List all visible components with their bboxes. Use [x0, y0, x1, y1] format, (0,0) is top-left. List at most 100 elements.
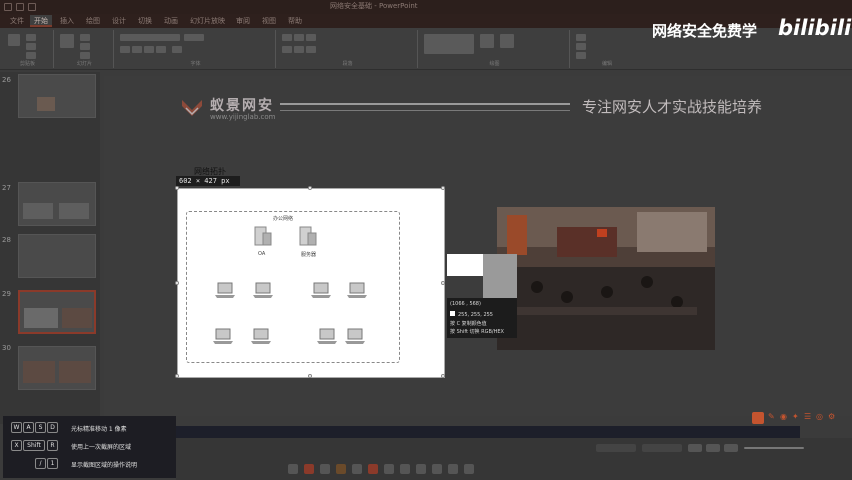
app-icon[interactable] — [352, 464, 362, 474]
server-label: 服务器 — [301, 252, 317, 258]
app-icon[interactable] — [336, 464, 346, 474]
tab-transitions[interactable]: 切换 — [134, 15, 156, 27]
tab-home[interactable]: 开始 — [30, 15, 52, 27]
tab-insert[interactable]: 插入 — [56, 15, 78, 27]
slide-thumbnail[interactable] — [18, 346, 96, 390]
tool-icon[interactable]: ⚙ — [828, 412, 835, 421]
slide-thumbnail-selected[interactable] — [18, 290, 96, 334]
shortcut-help-panel: W A S D 光标精准移动 1 像素 X Shift R 使用上一次截屏的区域… — [3, 416, 176, 478]
slide-thumbnail[interactable] — [18, 182, 96, 226]
tab-help[interactable]: 帮助 — [284, 15, 306, 27]
laptop-icon — [345, 328, 365, 344]
tab-draw[interactable]: 绘图 — [82, 15, 104, 27]
strikethrough-icon[interactable] — [156, 46, 166, 53]
format-painter-icon[interactable] — [26, 52, 36, 59]
align-center-icon[interactable] — [294, 46, 304, 53]
ribbon-group-editing: 编辑 — [572, 30, 642, 68]
app-icon[interactable] — [368, 464, 378, 474]
ribbon-group-font: 字体 — [116, 30, 276, 68]
comments-button[interactable] — [642, 444, 682, 452]
replace-icon[interactable] — [576, 43, 586, 50]
slide-thumbnail[interactable] — [18, 74, 96, 118]
resize-handle[interactable] — [441, 281, 445, 285]
resize-handle[interactable] — [175, 374, 179, 378]
normal-view-icon[interactable] — [688, 444, 702, 452]
app-icon[interactable] — [400, 464, 410, 474]
color-swatch — [450, 311, 455, 316]
thumb-number: 30 — [2, 344, 11, 352]
italic-icon[interactable] — [132, 46, 142, 53]
indent-icon[interactable] — [306, 34, 316, 41]
new-slide-icon[interactable] — [60, 34, 74, 48]
laptop-icon — [311, 282, 331, 298]
status-bar — [176, 426, 800, 438]
wps-logo-icon[interactable] — [752, 412, 764, 424]
layout-icon[interactable] — [80, 34, 90, 41]
paste-icon[interactable] — [8, 34, 20, 46]
color-rgb-value: 255, 255, 255 — [458, 312, 493, 318]
tool-icon[interactable]: ✎ — [768, 412, 775, 421]
bullets-icon[interactable] — [282, 34, 292, 41]
app-icon[interactable] — [320, 464, 330, 474]
tool-icon[interactable]: ◎ — [816, 412, 823, 421]
tab-file[interactable]: 文件 — [6, 15, 28, 27]
reading-view-icon[interactable] — [724, 444, 738, 452]
copy-icon[interactable] — [26, 43, 36, 50]
font-size-select[interactable] — [184, 34, 204, 41]
app-icon[interactable] — [416, 464, 426, 474]
tab-view[interactable]: 视图 — [258, 15, 280, 27]
resize-handle[interactable] — [308, 374, 312, 378]
align-right-icon[interactable] — [306, 46, 316, 53]
app-icon[interactable] — [384, 464, 394, 474]
resize-handle[interactable] — [441, 374, 445, 378]
tool-icon[interactable]: ◉ — [780, 412, 787, 421]
select-icon[interactable] — [576, 52, 586, 59]
ribbon-group-slides: 幻灯片 — [56, 30, 114, 68]
notes-button[interactable] — [596, 444, 636, 452]
sorter-view-icon[interactable] — [706, 444, 720, 452]
underline-icon[interactable] — [144, 46, 154, 53]
magnifier-preview-edge — [483, 254, 517, 298]
key-slash: / — [35, 458, 46, 469]
redo-icon[interactable] — [28, 3, 36, 11]
app-icon[interactable] — [464, 464, 474, 474]
bold-icon[interactable] — [120, 46, 130, 53]
taskbar — [176, 438, 852, 480]
screenshot-selection[interactable]: 办公网络 OA 服务器 — [175, 186, 445, 378]
undo-icon[interactable] — [16, 3, 24, 11]
slide-thumbnails-panel[interactable]: 26 27 28 29 30 — [0, 72, 100, 424]
quick-styles-icon[interactable] — [500, 34, 514, 48]
key-x: X — [11, 440, 22, 451]
resize-handle[interactable] — [175, 186, 179, 190]
tool-icon[interactable]: ✦ — [792, 412, 799, 421]
capture-size-badge: 602 × 427 px — [176, 176, 240, 186]
numbering-icon[interactable] — [294, 34, 304, 41]
align-left-icon[interactable] — [282, 46, 292, 53]
shapes-gallery[interactable] — [424, 34, 474, 54]
tab-design[interactable]: 设计 — [108, 15, 130, 27]
section-icon[interactable] — [80, 52, 90, 59]
toggle-format-hint: 按 Shift 切换 RGB/HEX — [450, 329, 504, 335]
save-icon[interactable] — [4, 3, 12, 11]
app-icon[interactable] — [304, 464, 314, 474]
cut-icon[interactable] — [26, 34, 36, 41]
tool-icon[interactable]: ☰ — [804, 412, 811, 421]
resize-handle[interactable] — [308, 186, 312, 190]
resize-handle[interactable] — [175, 281, 179, 285]
find-icon[interactable] — [576, 34, 586, 41]
font-name-select[interactable] — [120, 34, 180, 41]
font-color-icon[interactable] — [172, 46, 182, 53]
thumb-image — [23, 361, 55, 383]
app-icon[interactable] — [432, 464, 442, 474]
tab-review[interactable]: 审阅 — [232, 15, 254, 27]
reset-icon[interactable] — [80, 43, 90, 50]
app-icon[interactable] — [448, 464, 458, 474]
slide-thumbnail[interactable] — [18, 234, 96, 278]
tab-animations[interactable]: 动画 — [160, 15, 182, 27]
search-icon[interactable] — [288, 464, 298, 474]
zoom-slider[interactable] — [744, 447, 804, 449]
copy-color-hint: 按 C 复制颜色值 — [450, 321, 487, 327]
arrange-icon[interactable] — [480, 34, 494, 48]
tab-slideshow[interactable]: 幻灯片放映 — [186, 15, 229, 27]
resize-handle[interactable] — [441, 186, 445, 190]
